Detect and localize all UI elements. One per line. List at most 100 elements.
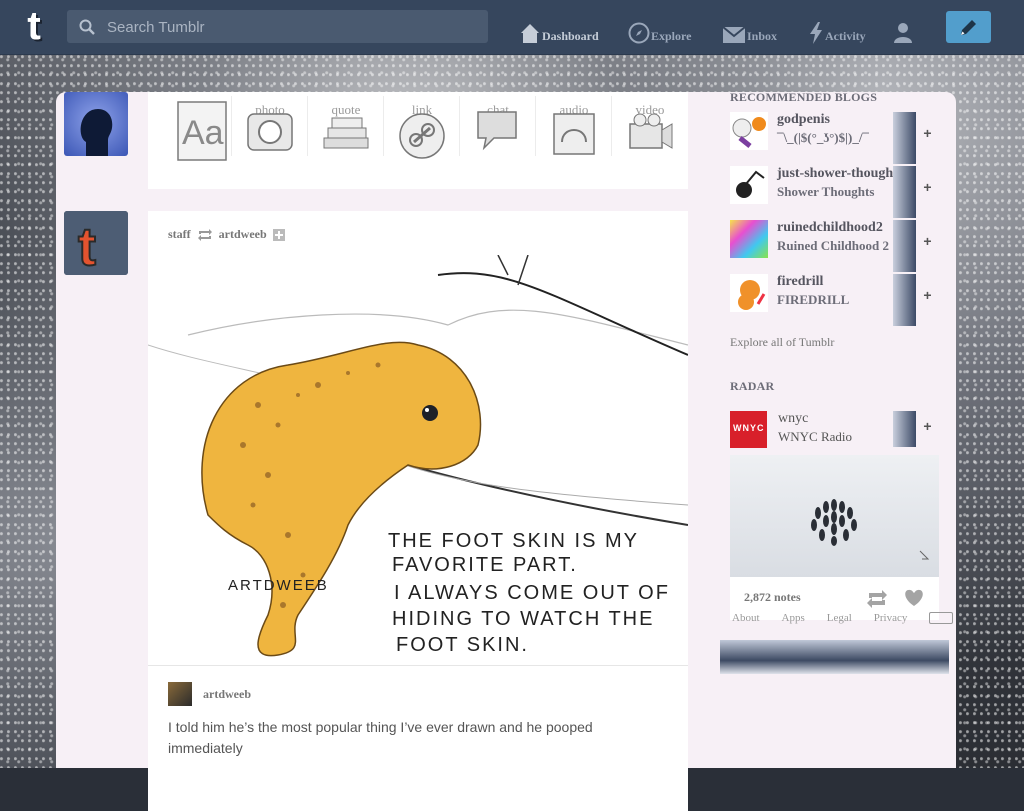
radar-post-image[interactable] <box>730 455 939 577</box>
headphones-icon <box>553 113 595 155</box>
footer-link-legal[interactable]: Legal <box>827 612 852 624</box>
blog-subtitle: Ruined Childhood 2 <box>777 238 889 253</box>
radar-title: RADAR <box>730 379 775 393</box>
tumblr-logo[interactable]: t <box>14 6 54 48</box>
nav-inbox[interactable]: Inbox <box>722 14 777 44</box>
follow-button[interactable]: + <box>916 172 939 202</box>
post-caption: I told him he’s the most popular thing I… <box>168 719 593 756</box>
nav-activity[interactable]: Activity <box>808 14 866 44</box>
blog-subtitle: ¯\_(|$(°_ʖ°)$|)_/¯ <box>777 130 869 145</box>
blog-subtitle: Shower Thoughts <box>777 184 875 199</box>
keyboard-shortcuts-icon[interactable] <box>929 612 954 624</box>
recommended-blogs-title: RECOMMENDED BLOGS <box>730 90 878 104</box>
post-type-link[interactable]: link <box>384 92 460 170</box>
follow-plus-icon[interactable] <box>272 228 285 241</box>
footer-links: About Apps Legal Privacy <box>732 612 954 624</box>
artist-signature: ARTDWEEB <box>228 577 329 594</box>
follow-button[interactable]: + <box>916 280 939 310</box>
footer-link-about[interactable]: About <box>732 612 760 624</box>
post-image-gecko-drawing[interactable]: ARTDWEEB THE FOOT SKIN IS MY FAVORITE PA… <box>148 255 688 665</box>
blog-name[interactable]: firedrill <box>777 274 823 290</box>
top-navigation-bar: t Dashboard Explore Inbox Activity <box>0 0 1024 55</box>
nav-dashboard[interactable]: Dashboard <box>519 14 599 44</box>
blog-name[interactable]: godpenis <box>777 112 830 128</box>
blog-header-thumb <box>893 220 916 272</box>
quote-books-icon <box>323 117 369 149</box>
camera-icon <box>247 113 293 151</box>
drawing-text-line-5: FOOT SKIN. <box>396 634 529 656</box>
link-icon <box>399 113 445 159</box>
search-icon <box>79 19 95 40</box>
notes-count[interactable]: 2,872 notes <box>744 590 801 605</box>
mail-icon <box>722 26 746 43</box>
nav-account[interactable] <box>893 14 914 44</box>
footer-link-apps[interactable]: Apps <box>782 612 805 624</box>
divider <box>148 665 688 666</box>
radar-avatar-text: WNYC <box>733 423 765 433</box>
post-type-audio[interactable]: audio <box>536 92 612 170</box>
account-icon <box>894 23 912 43</box>
blog-avatar[interactable] <box>730 274 768 312</box>
radar-blog-subtitle: WNYC Radio <box>778 429 853 444</box>
post-type-photo[interactable]: photo <box>232 92 308 170</box>
footer-link-privacy[interactable]: Privacy <box>874 612 908 624</box>
explore-all-link[interactable]: Explore all of Tumblr <box>730 335 834 350</box>
blog-avatar[interactable] <box>730 112 768 150</box>
lightning-icon <box>810 22 822 44</box>
drawing-text-line-4: HIDING TO WATCH THE <box>392 608 654 630</box>
post-type-text[interactable]: text Aa <box>164 92 240 170</box>
post-header: staff artdweeb <box>168 227 285 242</box>
blog-avatar[interactable] <box>730 166 768 204</box>
compose-button[interactable] <box>946 11 991 43</box>
caption-attribution: artdweeb <box>168 682 251 706</box>
home-icon <box>521 24 539 43</box>
caption-user-name[interactable]: artdweeb <box>203 687 251 702</box>
blog-header-thumb <box>893 166 916 218</box>
staff-avatar[interactable]: t <box>64 211 128 275</box>
blog-avatar[interactable] <box>730 220 768 258</box>
drawing-text-line-2: FAVORITE PART. <box>392 554 578 576</box>
nav-label-explore: Explore <box>651 29 692 43</box>
post-card: staff artdweeb ARTDWEEB THE FOOT SKIN IS… <box>148 211 688 811</box>
search-input[interactable] <box>105 10 479 45</box>
post-type-video[interactable]: video <box>612 92 688 170</box>
radar-blog-avatar[interactable]: WNYC <box>730 411 767 448</box>
nav-label-inbox: Inbox <box>747 29 778 43</box>
recommended-blog-item[interactable]: firedrill FIREDRILL + <box>730 274 939 326</box>
recommended-blog-item[interactable]: godpenis ¯\_(|$(°_ʖ°)$|)_/¯ + <box>730 112 939 164</box>
blog-header-thumb <box>893 112 916 164</box>
post-type-quote[interactable]: quote <box>308 92 384 170</box>
blog-name[interactable]: ruinedchildhood2 <box>777 220 883 236</box>
user-avatar[interactable] <box>64 92 128 156</box>
post-type-chat[interactable]: chat <box>460 92 536 170</box>
video-camera-icon <box>629 113 673 149</box>
follow-button[interactable]: + <box>916 411 939 441</box>
pencil-icon <box>961 20 976 35</box>
reblog-icon[interactable] <box>866 590 888 608</box>
caption-user-avatar[interactable] <box>168 682 192 706</box>
drawing-text-line-1: THE FOOT SKIN IS MY <box>388 530 639 552</box>
recommended-blog-item[interactable]: ruinedchildhood2 Ruined Childhood 2 + <box>730 220 939 272</box>
heart-icon[interactable] <box>904 589 924 607</box>
post-type-bar: text Aa photo quote link chat audio <box>148 92 688 189</box>
blog-header-thumb <box>893 411 916 447</box>
nav-explore[interactable]: Explore <box>628 14 691 44</box>
chat-icon <box>477 111 517 151</box>
text-aa-icon: Aa <box>177 101 227 161</box>
sidebar-bottom-banner <box>720 640 949 674</box>
follow-button[interactable]: + <box>916 118 939 148</box>
reblog-icon <box>197 228 212 241</box>
nav-label-activity: Activity <box>825 29 866 43</box>
source-blog-name[interactable]: artdweeb <box>219 227 267 242</box>
drawing-text-line-3: I ALWAYS COME OUT OF <box>394 582 670 604</box>
compass-icon <box>628 22 650 44</box>
search-box[interactable] <box>67 10 488 45</box>
recommended-blog-item[interactable]: just-shower-thoughts Shower Thoughts + <box>730 166 939 218</box>
reblogger-name[interactable]: staff <box>168 227 191 242</box>
radar-blog-name[interactable]: wnyc <box>778 411 808 427</box>
radar-post-card: 2,872 notes <box>730 455 939 620</box>
follow-button[interactable]: + <box>916 226 939 256</box>
svg-text:Aa: Aa <box>182 114 224 152</box>
nav-label-dashboard: Dashboard <box>542 29 599 43</box>
blog-name[interactable]: just-shower-thoughts <box>777 166 903 182</box>
